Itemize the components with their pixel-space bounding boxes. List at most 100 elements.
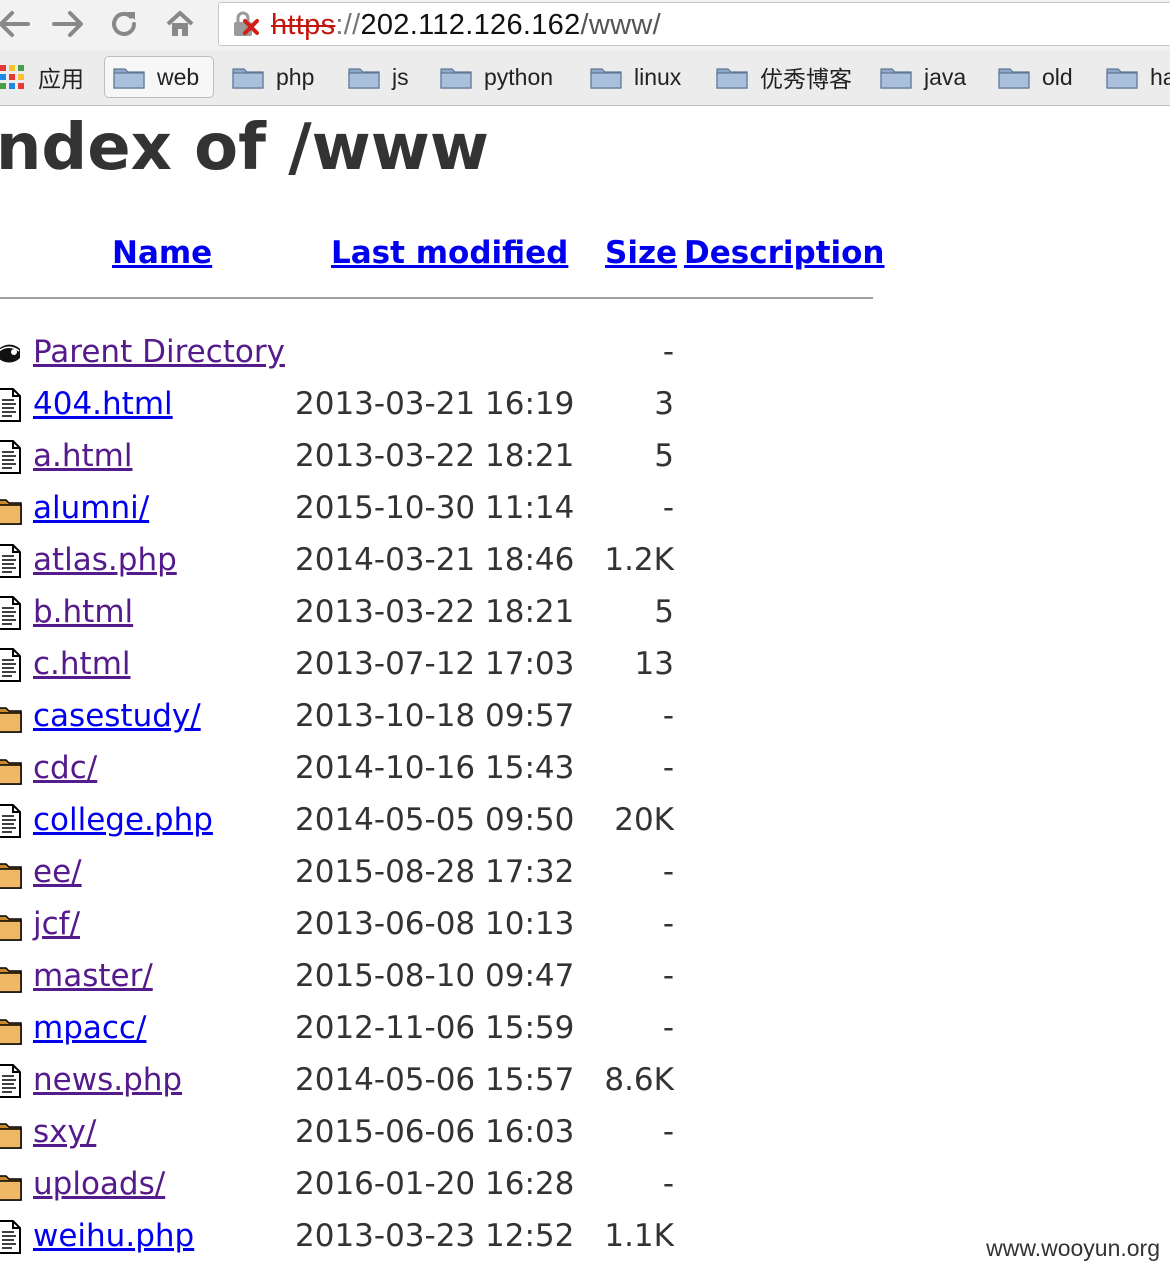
folder-icon (0, 908, 22, 942)
watermark: www.wooyun.org (986, 1235, 1160, 1261)
entry-size: 5 (654, 594, 674, 630)
address-bar[interactable]: https://202.112.126.162/www/ (218, 2, 1170, 46)
bookmark-folder[interactable]: 优秀博客 (716, 56, 852, 98)
listing-row: alumni/2015-10-30 11:14 - (0, 484, 880, 536)
entry-last-modified: 2013-07-12 17:03 (295, 646, 575, 682)
entry-link[interactable]: c.html (33, 644, 131, 684)
listing-row: mpacc/2012-11-06 15:59 - (0, 1004, 880, 1056)
column-header-description[interactable]: Description (684, 233, 885, 273)
listing-row: atlas.php 2014-03-21 18:46 1.2K (0, 536, 880, 588)
bookmark-apps[interactable]: 应用 (0, 56, 84, 98)
entry-last-modified: 2013-03-23 12:52 (295, 1218, 575, 1254)
folder-icon (0, 700, 22, 734)
browser-toolbar: https://202.112.126.162/www/ (0, 0, 1170, 50)
bookmark-folder[interactable]: php (232, 56, 314, 98)
entry-last-modified: 2015-10-30 11:14 (295, 490, 575, 526)
entry-link[interactable]: b.html (33, 592, 133, 632)
entry-link[interactable]: college.php (33, 800, 213, 840)
entry-link[interactable]: alumni/ (33, 488, 149, 528)
column-header-last-modified[interactable]: Last modified (331, 233, 568, 273)
entry-last-modified: 2015-06-06 16:03 (295, 1114, 575, 1150)
listing-row: b.html 2013-03-22 18:21 5 (0, 588, 880, 640)
bookmark-folder[interactable]: python (440, 56, 553, 98)
entry-size: 20K (614, 802, 674, 838)
entry-link[interactable]: master/ (33, 956, 153, 996)
file-icon (0, 388, 22, 422)
entry-link[interactable]: a.html (33, 436, 132, 476)
folder-icon (590, 68, 622, 89)
forward-arrow-icon[interactable] (48, 6, 88, 42)
listing-row: master/2015-08-10 09:47 - (0, 952, 880, 1004)
apps-grid-icon (0, 65, 24, 89)
listing-row: weihu.php 2013-03-23 12:52 1.1K (0, 1212, 880, 1264)
entry-link[interactable]: news.php (33, 1060, 182, 1100)
insecure-lock-icon[interactable] (231, 11, 263, 43)
bookmark-label: ha (1150, 63, 1170, 90)
bookmark-folder[interactable]: linux (590, 56, 681, 98)
file-icon (0, 648, 22, 682)
listing-row: 404.html 2013-03-21 16:19 3 (0, 380, 880, 432)
entry-link[interactable]: 404.html (33, 384, 173, 424)
column-header-size[interactable]: Size (605, 233, 677, 273)
file-icon (0, 1064, 22, 1098)
entry-size: - (662, 958, 674, 994)
listing-row: a.html 2013-03-22 18:21 5 (0, 432, 880, 484)
back-arrow-icon[interactable] (0, 6, 34, 42)
bookmark-label: php (276, 63, 315, 90)
entry-last-modified: 2014-03-21 18:46 (295, 542, 575, 578)
parent-directory-icon (0, 336, 22, 370)
entry-link[interactable]: Parent Directory (33, 332, 285, 372)
listing-row: jcf/2013-06-08 10:13 - (0, 900, 880, 952)
bookmark-folder[interactable]: js (348, 56, 409, 98)
entry-last-modified: 2015-08-28 17:32 (295, 854, 575, 890)
entry-last-modified: 2013-03-22 18:21 (295, 594, 575, 630)
url-scheme: https (271, 9, 336, 41)
entry-size: 5 (654, 438, 674, 474)
entry-last-modified: 2014-10-16 15:43 (295, 750, 575, 786)
entry-link[interactable]: sxy/ (33, 1112, 96, 1152)
bookmark-folder[interactable]: old (998, 56, 1073, 98)
reload-icon[interactable] (104, 6, 144, 42)
entry-size: - (662, 1010, 674, 1046)
bookmark-label: js (392, 63, 409, 90)
entry-size: - (662, 1166, 674, 1202)
listing-row: c.html 2013-07-12 17:03 13 (0, 640, 880, 692)
entry-link[interactable]: ee/ (33, 852, 82, 892)
url-host: 202.112.126.162 (360, 9, 581, 41)
file-icon (0, 596, 22, 630)
file-icon (0, 440, 22, 474)
bookmark-label: old (1042, 63, 1073, 90)
entry-link[interactable]: jcf/ (33, 904, 80, 944)
entry-link[interactable]: uploads/ (33, 1164, 165, 1204)
listing-row: Parent Directory - (0, 328, 880, 380)
folder-icon (0, 960, 22, 994)
entry-last-modified: 2013-06-08 10:13 (295, 906, 575, 942)
bookmark-folder[interactable]: ha (1106, 56, 1170, 98)
entry-size: 3 (654, 386, 674, 422)
listing-row: sxy/2015-06-06 16:03 - (0, 1108, 880, 1160)
home-icon[interactable] (160, 6, 200, 42)
folder-icon (0, 492, 22, 526)
file-icon (0, 1220, 22, 1254)
folder-icon (348, 68, 380, 89)
entry-last-modified: 2014-05-05 09:50 (295, 802, 575, 838)
folder-icon (0, 1168, 22, 1202)
entry-size: - (662, 334, 674, 370)
url-separator: :// (335, 9, 361, 41)
page-title: Index of /www (0, 111, 489, 185)
column-header-name[interactable]: Name (112, 233, 212, 273)
bookmark-folder[interactable]: java (880, 56, 966, 98)
entry-link[interactable]: atlas.php (33, 540, 177, 580)
bookmark-label: web (157, 63, 200, 90)
entry-last-modified: 2016-01-20 16:28 (295, 1166, 575, 1202)
entry-link[interactable]: mpacc/ (33, 1008, 146, 1048)
bookmark-label: 优秀博客 (760, 66, 852, 92)
folder-icon (0, 1012, 22, 1046)
entry-link[interactable]: cdc/ (33, 748, 97, 788)
entry-link[interactable]: casestudy/ (33, 696, 201, 736)
url-path: /www/ (580, 9, 661, 41)
bookmark-folder[interactable]: web (104, 56, 215, 98)
bookmark-label: python (484, 63, 554, 90)
entry-last-modified: 2013-03-21 16:19 (295, 386, 575, 422)
entry-link[interactable]: weihu.php (33, 1216, 194, 1256)
